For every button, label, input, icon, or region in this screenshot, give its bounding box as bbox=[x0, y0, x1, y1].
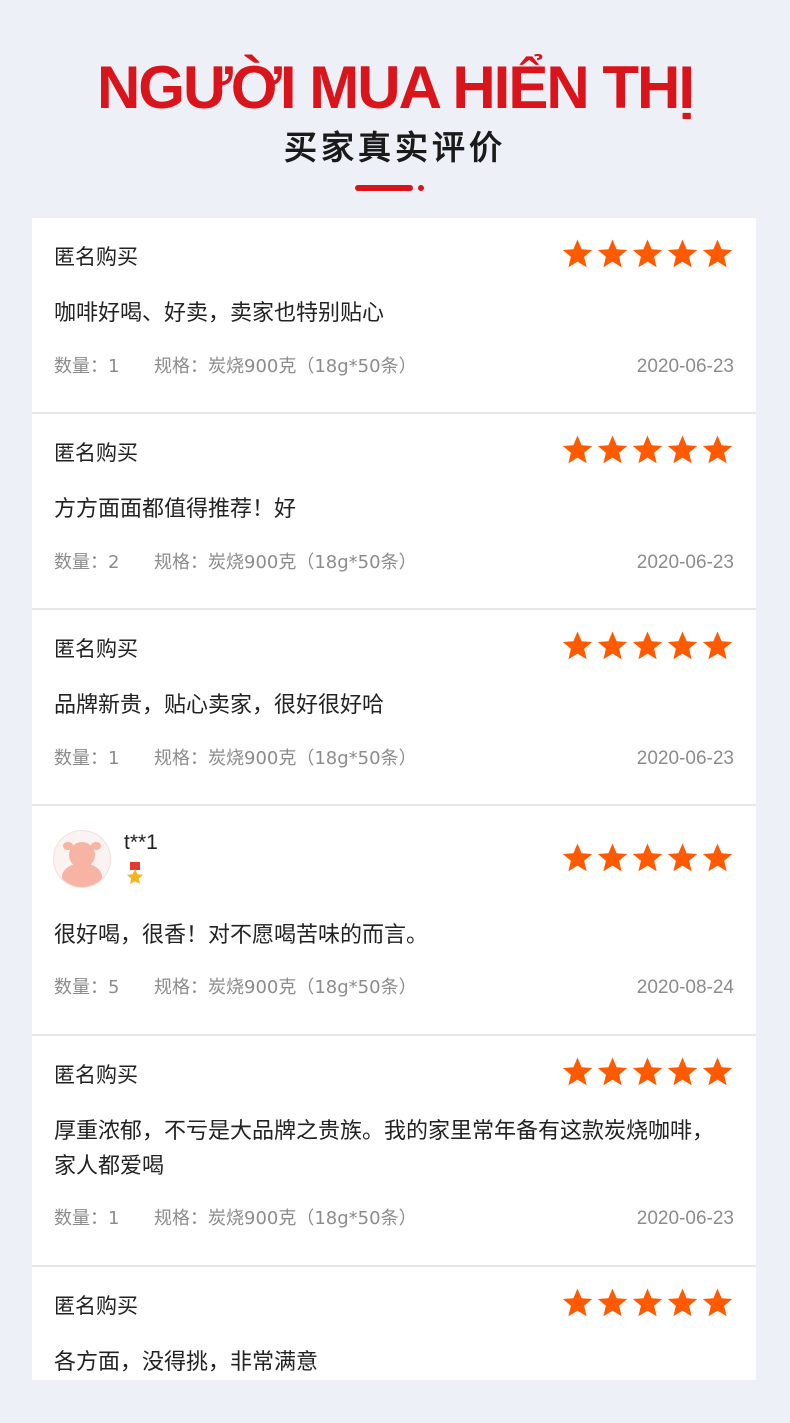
review-text: 很好喝，很香！对不愿喝苦味的而言。 bbox=[54, 923, 429, 948]
rating-stars bbox=[561, 1287, 734, 1320]
star-icon bbox=[561, 1287, 594, 1320]
star-icon bbox=[701, 434, 734, 467]
title-underline bbox=[355, 185, 413, 191]
star-icon bbox=[701, 238, 734, 271]
star-icon bbox=[631, 630, 664, 663]
star-icon bbox=[666, 238, 699, 271]
review-quantity: 数量：1 bbox=[54, 356, 120, 377]
star-icon bbox=[596, 630, 629, 663]
review-text: 咖啡好喝、好卖，卖家也特别贴心 bbox=[54, 301, 385, 326]
star-icon bbox=[666, 1056, 699, 1089]
page-header: NGƯỜI MUA HIỂN THỊ 买家真实评价 bbox=[0, 0, 790, 218]
review-quantity: 数量：1 bbox=[54, 1208, 120, 1229]
star-icon bbox=[701, 1056, 734, 1089]
review-meta: 数量：5 规格：炭烧900克（18g*50条） bbox=[54, 975, 417, 1001]
rating-stars bbox=[561, 842, 734, 875]
review-meta: 数量：1 规格：炭烧900克（18g*50条） bbox=[54, 1206, 417, 1232]
review-card: 匿名购买 方方面面都值得推荐！好 数量：2 规格：炭烧900克（18g*50条） … bbox=[32, 414, 756, 610]
star-icon bbox=[631, 434, 664, 467]
rating-stars bbox=[561, 630, 734, 663]
star-icon bbox=[561, 842, 594, 875]
review-spec: 规格：炭烧900克（18g*50条） bbox=[154, 748, 417, 769]
star-icon bbox=[631, 238, 664, 271]
rating-stars bbox=[561, 1056, 734, 1089]
star-icon bbox=[701, 630, 734, 663]
star-icon bbox=[666, 842, 699, 875]
review-spec: 规格：炭烧900克（18g*50条） bbox=[154, 1208, 417, 1229]
review-spec: 规格：炭烧900克（18g*50条） bbox=[154, 356, 417, 377]
review-meta: 数量：2 规格：炭烧900克（18g*50条） bbox=[54, 550, 417, 576]
star-icon bbox=[701, 1287, 734, 1320]
review-text: 各方面，没得挑，非常满意 bbox=[54, 1350, 319, 1375]
review-date: 2020-06-23 bbox=[636, 1208, 734, 1229]
star-icon bbox=[561, 238, 594, 271]
review-card: t**1 很好喝，很香！对不愿喝苦味的而言。 数量：5 规格：炭烧900克（18g… bbox=[32, 806, 756, 1036]
star-icon bbox=[631, 842, 664, 875]
star-icon bbox=[666, 630, 699, 663]
member-medal-icon bbox=[124, 862, 146, 886]
star-icon bbox=[596, 238, 629, 271]
star-icon bbox=[631, 1056, 664, 1089]
review-card: 匿名购买 各方面，没得挑，非常满意 bbox=[32, 1267, 756, 1380]
title-underline-dot bbox=[418, 185, 424, 191]
star-icon bbox=[701, 842, 734, 875]
star-icon bbox=[561, 630, 594, 663]
reviewer-name: t**1 bbox=[124, 831, 158, 854]
review-text: 方方面面都值得推荐！好 bbox=[54, 497, 297, 522]
review-text: 品牌新贵，贴心卖家，很好很好哈 bbox=[54, 693, 385, 718]
star-icon bbox=[596, 1287, 629, 1320]
review-spec: 规格：炭烧900克（18g*50条） bbox=[154, 977, 417, 998]
star-icon bbox=[631, 1287, 664, 1320]
review-meta: 数量：1 规格：炭烧900克（18g*50条） bbox=[54, 354, 417, 380]
reviewer-name: 匿名购买 bbox=[54, 1294, 138, 1318]
star-icon bbox=[596, 1056, 629, 1089]
star-icon bbox=[666, 434, 699, 467]
review-text: 厚重浓郁，不亏是大品牌之贵族。我的家里常年备有这款炭烧咖啡，家人都爱喝 bbox=[54, 1119, 715, 1179]
page-title: NGƯỜI MUA HIỂN THỊ bbox=[96, 54, 695, 121]
review-card: 匿名购买 厚重浓郁，不亏是大品牌之贵族。我的家里常年备有这款炭烧咖啡，家人都爱喝… bbox=[32, 1036, 756, 1267]
review-date: 2020-06-23 bbox=[636, 748, 734, 769]
review-list[interactable]: 匿名购买 咖啡好喝、好卖，卖家也特别贴心 数量：1 规格：炭烧900克（18g*5… bbox=[32, 218, 756, 1380]
review-card: 匿名购买 咖啡好喝、好卖，卖家也特别贴心 数量：1 规格：炭烧900克（18g*5… bbox=[32, 218, 756, 414]
review-quantity: 数量：2 bbox=[54, 552, 120, 573]
rating-stars bbox=[561, 238, 734, 271]
star-icon bbox=[596, 434, 629, 467]
reviewer-name: 匿名购买 bbox=[54, 441, 138, 465]
review-date: 2020-06-23 bbox=[636, 356, 734, 377]
star-icon bbox=[596, 842, 629, 875]
rating-stars bbox=[561, 434, 734, 467]
reviewer-name: 匿名购买 bbox=[54, 1063, 138, 1087]
star-icon bbox=[561, 434, 594, 467]
reviewer-name: 匿名购买 bbox=[54, 245, 138, 269]
review-quantity: 数量：1 bbox=[54, 748, 120, 769]
review-quantity: 数量：5 bbox=[54, 977, 120, 998]
review-meta: 数量：1 规格：炭烧900克（18g*50条） bbox=[54, 746, 417, 772]
review-date: 2020-08-24 bbox=[636, 977, 734, 998]
reviewer-name: 匿名购买 bbox=[54, 637, 138, 661]
review-spec: 规格：炭烧900克（18g*50条） bbox=[154, 552, 417, 573]
star-icon bbox=[561, 1056, 594, 1089]
review-card: 匿名购买 品牌新贵，贴心卖家，很好很好哈 数量：1 规格：炭烧900克（18g*5… bbox=[32, 610, 756, 806]
page-subtitle: 买家真实评价 bbox=[284, 128, 506, 167]
review-date: 2020-06-23 bbox=[636, 552, 734, 573]
star-icon bbox=[666, 1287, 699, 1320]
user-avatar[interactable] bbox=[53, 830, 111, 888]
